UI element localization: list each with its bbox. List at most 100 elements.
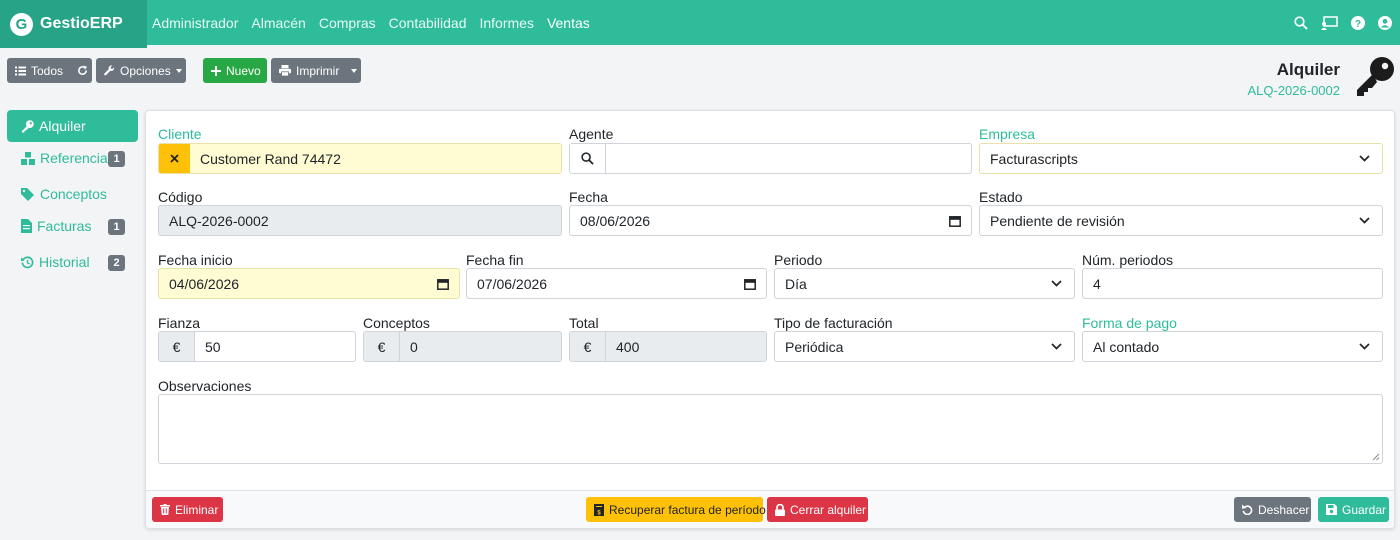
num-periodos-value: 4: [1093, 275, 1101, 292]
calendar-icon[interactable]: [949, 215, 961, 227]
tags-icon: [21, 187, 34, 201]
cerrar-label: Cerrar alquiler: [790, 502, 867, 517]
periodo-label: Periodo: [774, 252, 823, 268]
search-icon: [581, 152, 594, 165]
conceptos-label: Conceptos: [363, 315, 430, 331]
invoice-icon: [21, 219, 32, 233]
periodo-value: Día: [785, 275, 807, 292]
num-periodos-label: Núm. periodos: [1082, 252, 1174, 268]
empresa-select[interactable]: Facturascripts: [979, 143, 1383, 174]
periodo-select[interactable]: Día: [774, 268, 1075, 299]
count-badge: 1: [108, 151, 125, 167]
nuevo-label: Nuevo: [226, 63, 261, 78]
fecha-value: 08/06/2026: [580, 212, 651, 229]
codigo-field: ALQ-2026-0002: [158, 205, 562, 236]
chevron-down-icon: [1051, 343, 1062, 350]
observaciones-label: Observaciones: [158, 378, 252, 394]
deshacer-button[interactable]: Deshacer: [1234, 497, 1311, 522]
list-icon: [15, 66, 26, 75]
brand-name: GestioERP: [40, 15, 123, 32]
deshacer-label: Deshacer: [1258, 502, 1310, 517]
nav-icons: ?: [1294, 0, 1392, 45]
menu-compras[interactable]: Compras: [319, 15, 376, 31]
euro-icon: €: [570, 332, 606, 361]
dropdown-caret-icon[interactable]: [351, 68, 358, 73]
chevron-down-icon: [1051, 280, 1062, 287]
menu-informes[interactable]: Informes: [479, 15, 533, 31]
menu-ventas[interactable]: Ventas: [547, 15, 590, 31]
forma-pago-value: Al contado: [1093, 338, 1160, 355]
opciones-button[interactable]: Opciones: [96, 58, 186, 83]
forma-pago-label[interactable]: Forma de pago: [1082, 315, 1177, 331]
calendar-icon[interactable]: [744, 278, 756, 290]
search-icon[interactable]: [1294, 15, 1308, 30]
eliminar-button[interactable]: Eliminar: [152, 497, 223, 522]
resize-handle-icon[interactable]: [1372, 453, 1380, 461]
tipo-facturacion-select[interactable]: Periódica: [774, 331, 1075, 362]
sidebar-item-facturas[interactable]: Facturas 1: [7, 210, 138, 242]
fecha-fin-label: Fecha fin: [466, 252, 524, 268]
total-label: Total: [569, 315, 599, 331]
brand[interactable]: G GestioERP: [0, 0, 147, 48]
forma-pago-select[interactable]: Al contado: [1082, 331, 1383, 362]
menu-almacen[interactable]: Almacén: [251, 15, 305, 31]
chevron-down-icon: [1359, 155, 1370, 162]
todos-button[interactable]: Todos: [7, 58, 92, 83]
num-periodos-field[interactable]: 4: [1082, 268, 1383, 299]
menu-contabilidad[interactable]: Contabilidad: [389, 15, 467, 31]
estado-label: Estado: [979, 189, 1023, 205]
agente-field[interactable]: [569, 143, 972, 174]
wrench-icon: [104, 65, 115, 76]
imprimir-button[interactable]: Imprimir: [271, 58, 361, 83]
total-field: € 400: [569, 331, 767, 362]
agente-label: Agente: [569, 126, 614, 142]
fianza-value: 50: [205, 338, 221, 355]
empresa-value: Facturascripts: [990, 150, 1078, 167]
user-icon[interactable]: [1378, 15, 1392, 30]
cliente-field[interactable]: Customer Rand 74472: [158, 143, 562, 174]
search-agente-button[interactable]: [570, 144, 606, 173]
fecha-field[interactable]: 08/06/2026: [569, 205, 972, 236]
cerrar-alquiler-button[interactable]: Cerrar alquiler: [767, 497, 868, 522]
menu-administrador[interactable]: Administrador: [152, 15, 238, 31]
sidebar-item-historial[interactable]: Historial 2: [7, 246, 138, 278]
euro-icon: €: [159, 332, 195, 361]
calendar-icon[interactable]: [437, 278, 449, 290]
fecha-inicio-label: Fecha inicio: [158, 252, 233, 268]
help-icon[interactable]: ?: [1351, 15, 1365, 30]
todos-label: Todos: [31, 63, 64, 78]
recuperar-factura-button[interactable]: $ Recuperar factura de período: [586, 497, 766, 522]
invoice-dollar-icon: $: [594, 503, 604, 516]
refresh-icon[interactable]: [77, 65, 88, 76]
empresa-label[interactable]: Empresa: [979, 126, 1035, 142]
sidebar-item-alquiler[interactable]: Alquiler: [7, 110, 138, 142]
count-badge: 1: [108, 219, 125, 235]
clear-cliente-button[interactable]: [159, 144, 190, 173]
fecha-fin-field[interactable]: 07/06/2026: [466, 268, 767, 299]
fianza-field[interactable]: € 50: [158, 331, 356, 362]
brand-logo: G: [10, 12, 33, 36]
cliente-label[interactable]: Cliente: [158, 126, 202, 142]
nuevo-button[interactable]: Nuevo: [203, 58, 267, 83]
presentation-icon[interactable]: [1321, 15, 1338, 30]
opciones-label: Opciones: [120, 63, 171, 78]
top-navbar: G GestioERP Administrador Almacén Compra…: [0, 0, 1400, 48]
key-icon: [1357, 57, 1394, 96]
chevron-down-icon: [1359, 343, 1370, 350]
fecha-inicio-field[interactable]: 04/06/2026: [158, 268, 460, 299]
sidebar-item-referencias[interactable]: Referencias 1: [7, 142, 138, 174]
dropdown-caret-icon: [175, 68, 182, 73]
recuperar-label: Recuperar factura de período: [609, 502, 766, 517]
sidebar-item-label: Referencias: [40, 150, 115, 166]
save-icon: [1326, 504, 1337, 515]
printer-icon: [279, 65, 291, 76]
guardar-label: Guardar: [1342, 502, 1387, 517]
estado-select[interactable]: Pendiente de revisión: [979, 205, 1383, 236]
observaciones-textarea[interactable]: [158, 394, 1383, 464]
sidebar-item-conceptos[interactable]: Conceptos: [7, 178, 138, 210]
guardar-button[interactable]: Guardar: [1318, 497, 1389, 522]
codigo-label: Código: [158, 189, 203, 205]
trash-icon: [160, 504, 170, 515]
tipo-facturacion-value: Periódica: [785, 338, 844, 355]
fecha-fin-value: 07/06/2026: [477, 275, 548, 292]
